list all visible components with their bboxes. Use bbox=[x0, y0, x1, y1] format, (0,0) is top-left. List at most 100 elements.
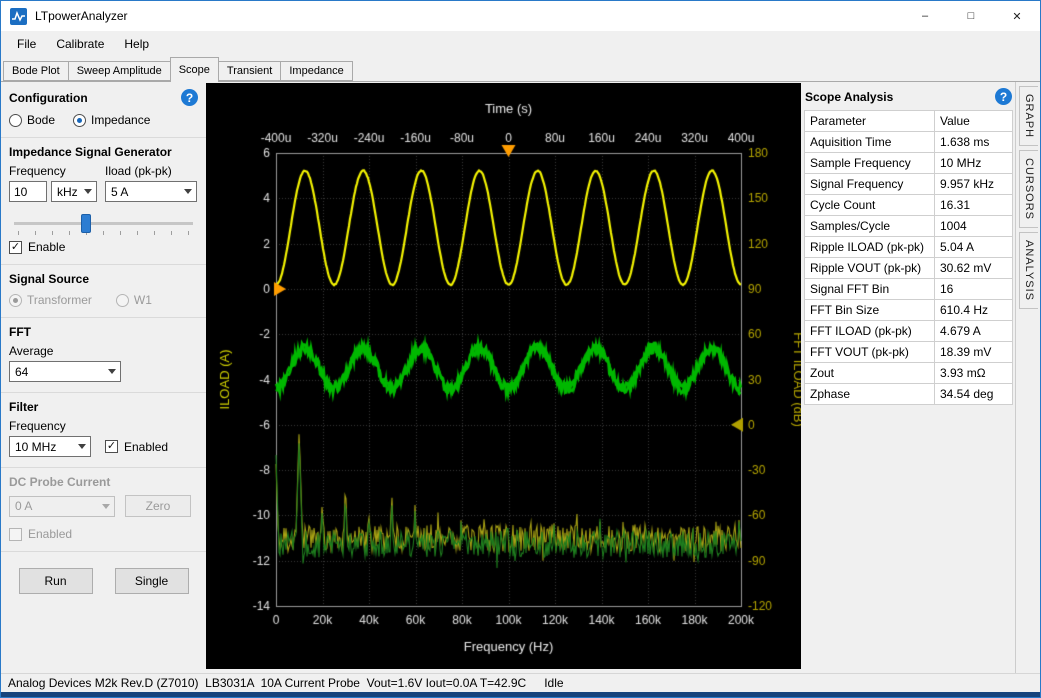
run-controls: Run Single bbox=[1, 552, 206, 610]
iload-slider[interactable] bbox=[14, 212, 193, 236]
menu-file[interactable]: File bbox=[7, 33, 46, 55]
table-row: Signal Frequency9.957 kHz bbox=[805, 174, 1013, 195]
minimize-button[interactable]: – bbox=[902, 1, 948, 31]
frequency-label: Frequency bbox=[9, 164, 97, 178]
table-row: Aquisition Time1.638 ms bbox=[805, 132, 1013, 153]
filter-title: Filter bbox=[9, 400, 198, 414]
chevron-down-icon bbox=[80, 189, 96, 194]
chevron-down-icon bbox=[104, 369, 120, 374]
signal-source-section: Signal Source Transformer W1 bbox=[1, 265, 206, 318]
filter-enabled-checkbox[interactable]: Enabled bbox=[105, 440, 168, 454]
param-cell: Samples/Cycle bbox=[805, 216, 935, 237]
enable-checkbox[interactable]: Enable bbox=[9, 240, 65, 254]
param-cell: FFT VOUT (pk-pk) bbox=[805, 342, 935, 363]
column-value: Value bbox=[935, 111, 1013, 132]
value-cell: 5.04 A bbox=[935, 237, 1013, 258]
table-row: Zphase34.54 deg bbox=[805, 384, 1013, 405]
signal-source-title: Signal Source bbox=[9, 272, 198, 286]
iload-value: 5 A bbox=[111, 185, 128, 199]
close-button[interactable]: ✕ bbox=[994, 1, 1040, 31]
run-button[interactable]: Run bbox=[19, 568, 93, 594]
param-cell: Zphase bbox=[805, 384, 935, 405]
app-window: LTpowerAnalyzer – □ ✕ File Calibrate Hel… bbox=[0, 0, 1041, 698]
dc-probe-enabled-checkbox: Enabled bbox=[9, 527, 72, 541]
slider-track[interactable] bbox=[14, 222, 193, 225]
tab-transient[interactable]: Transient bbox=[218, 61, 281, 81]
table-row: Sample Frequency10 MHz bbox=[805, 153, 1013, 174]
column-parameter: Parameter bbox=[805, 111, 935, 132]
fft-section: FFT Average 64 bbox=[1, 318, 206, 393]
radio-w1-label: W1 bbox=[134, 293, 152, 307]
table-row: FFT Bin Size610.4 Hz bbox=[805, 300, 1013, 321]
value-cell: 30.62 mV bbox=[935, 258, 1013, 279]
dc-probe-section: DC Probe Current 0 A Zero Enabled bbox=[1, 468, 206, 552]
single-button[interactable]: Single bbox=[115, 568, 189, 594]
dc-probe-enabled-label: Enabled bbox=[28, 527, 72, 541]
chevron-down-icon bbox=[98, 504, 114, 509]
average-label: Average bbox=[9, 344, 198, 358]
app-icon bbox=[10, 8, 27, 25]
side-tab-analysis[interactable]: ANALYSIS bbox=[1019, 232, 1038, 309]
side-tab-graph[interactable]: GRAPH bbox=[1019, 86, 1038, 146]
tab-sweep-amplitude[interactable]: Sweep Amplitude bbox=[68, 61, 171, 81]
value-cell: 1.638 ms bbox=[935, 132, 1013, 153]
window-bottom-edge bbox=[1, 692, 1040, 697]
scope-analysis-table: Parameter Value Aquisition Time1.638 ms … bbox=[804, 110, 1013, 405]
checkbox-box bbox=[9, 241, 22, 254]
radio-impedance-label: Impedance bbox=[91, 113, 150, 127]
help-icon[interactable] bbox=[995, 88, 1012, 105]
radio-dot bbox=[9, 294, 22, 307]
radio-dot bbox=[73, 114, 86, 127]
param-cell: Ripple ILOAD (pk-pk) bbox=[805, 237, 935, 258]
frequency-unit-value: kHz bbox=[57, 185, 78, 199]
side-tab-cursors[interactable]: CURSORS bbox=[1019, 150, 1038, 228]
table-row: Ripple ILOAD (pk-pk)5.04 A bbox=[805, 237, 1013, 258]
radio-bode[interactable]: Bode bbox=[9, 113, 55, 127]
chevron-down-icon bbox=[74, 444, 90, 449]
title-bar[interactable]: LTpowerAnalyzer – □ ✕ bbox=[1, 1, 1040, 31]
tab-impedance[interactable]: Impedance bbox=[280, 61, 352, 81]
configuration-section: Configuration Bode Impedance bbox=[1, 82, 206, 138]
table-row: Cycle Count16.31 bbox=[805, 195, 1013, 216]
enable-label: Enable bbox=[28, 240, 65, 254]
menu-calibrate[interactable]: Calibrate bbox=[46, 33, 114, 55]
average-select[interactable]: 64 bbox=[9, 361, 121, 382]
frequency-unit-select[interactable]: kHz bbox=[51, 181, 97, 202]
scope-plot[interactable] bbox=[206, 83, 801, 669]
param-cell: FFT Bin Size bbox=[805, 300, 935, 321]
table-row: FFT ILOAD (pk-pk)4.679 A bbox=[805, 321, 1013, 342]
iload-slider-thumb[interactable] bbox=[81, 214, 91, 233]
value-cell: 4.679 A bbox=[935, 321, 1013, 342]
value-cell: 3.93 mΩ bbox=[935, 363, 1013, 384]
menu-help[interactable]: Help bbox=[114, 33, 159, 55]
status-bar: Analog Devices M2k Rev.D (Z7010) LB3031A… bbox=[1, 673, 1040, 692]
chevron-down-icon bbox=[180, 189, 196, 194]
side-tab-strip: GRAPH CURSORS ANALYSIS bbox=[1015, 82, 1040, 673]
checkbox-box bbox=[9, 528, 22, 541]
help-icon[interactable] bbox=[181, 89, 198, 106]
tab-strip: Bode Plot Sweep Amplitude Scope Transien… bbox=[3, 57, 1040, 81]
filter-frequency-label: Frequency bbox=[9, 419, 198, 433]
status-state: Idle bbox=[544, 676, 563, 690]
value-cell: 16 bbox=[935, 279, 1013, 300]
param-cell: Cycle Count bbox=[805, 195, 935, 216]
iload-label: Iload (pk-pk) bbox=[105, 164, 197, 178]
param-cell: Zout bbox=[805, 363, 935, 384]
frequency-input[interactable] bbox=[9, 181, 47, 202]
tab-bode-plot[interactable]: Bode Plot bbox=[3, 61, 69, 81]
radio-impedance[interactable]: Impedance bbox=[73, 113, 150, 127]
maximize-button[interactable]: □ bbox=[948, 1, 994, 31]
iload-select[interactable]: 5 A bbox=[105, 181, 197, 202]
param-cell: Aquisition Time bbox=[805, 132, 935, 153]
filter-frequency-select[interactable]: 10 MHz bbox=[9, 436, 91, 457]
value-cell: 34.54 deg bbox=[935, 384, 1013, 405]
menu-bar: File Calibrate Help bbox=[1, 31, 1040, 57]
table-header-row: Parameter Value bbox=[805, 111, 1013, 132]
radio-dot bbox=[116, 294, 129, 307]
dc-probe-select: 0 A bbox=[9, 496, 115, 517]
tab-scope[interactable]: Scope bbox=[170, 57, 219, 82]
scope-display bbox=[206, 83, 801, 669]
window-controls: – □ ✕ bbox=[902, 1, 1040, 31]
control-panel: Configuration Bode Impedance Impedance S… bbox=[1, 82, 206, 673]
value-cell: 1004 bbox=[935, 216, 1013, 237]
